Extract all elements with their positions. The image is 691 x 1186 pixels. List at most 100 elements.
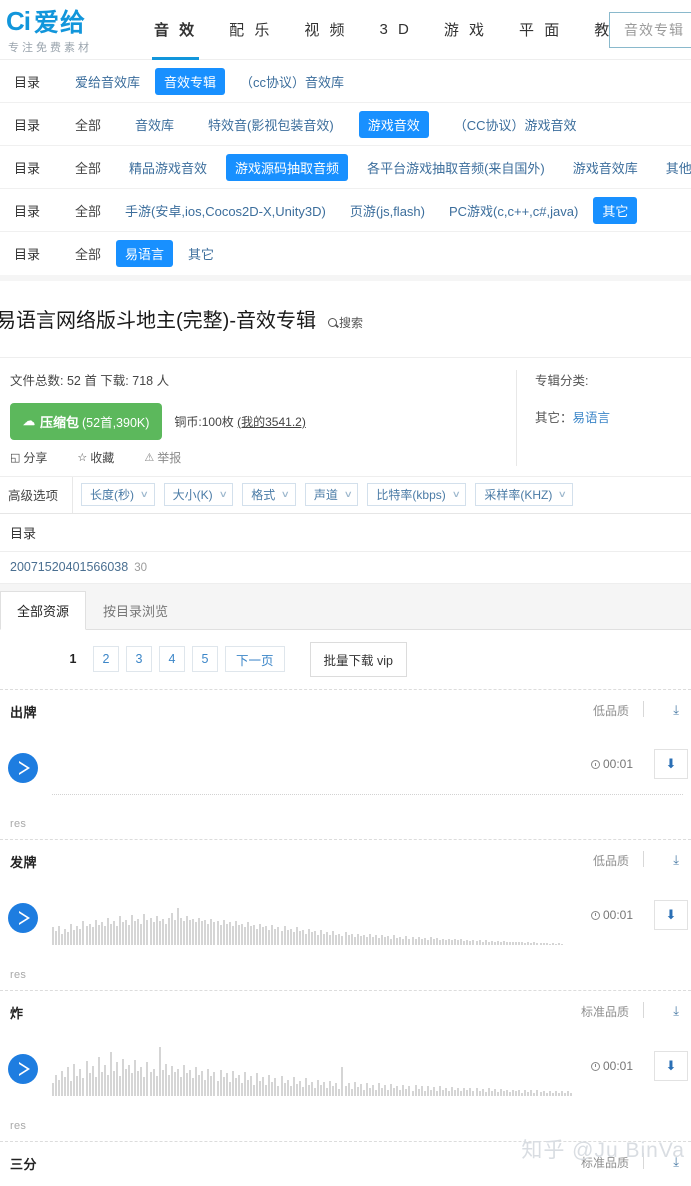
- category-item-1-4[interactable]: （CC协议）游戏音效: [445, 111, 586, 138]
- category-item-4-1[interactable]: 易语言: [116, 240, 174, 267]
- tab-1[interactable]: 按目录浏览: [86, 591, 185, 630]
- search-input[interactable]: [622, 21, 691, 39]
- track-divider: [643, 700, 644, 717]
- category-item-3-4[interactable]: 其它: [593, 196, 638, 224]
- filter-select-4[interactable]: 比特率(kbps) ∨: [367, 483, 467, 507]
- category-item-3-2[interactable]: 页游(js,flash): [341, 197, 434, 224]
- page-button-2[interactable]: 2: [93, 646, 119, 673]
- category-item-2-5[interactable]: 其他: [657, 154, 691, 181]
- warning-icon: ⚠: [144, 451, 155, 464]
- category-item-0-0[interactable]: 爱给音效库: [66, 68, 149, 95]
- waveform-bar: [557, 942, 560, 945]
- category-item-4-2[interactable]: 其它: [179, 240, 223, 267]
- waveform-bar: [292, 932, 295, 945]
- album-action-举报[interactable]: ⚠ 举报: [144, 449, 181, 466]
- waveform-bar: [338, 933, 341, 945]
- filter-select-2[interactable]: 格式 ∨: [242, 483, 296, 507]
- category-item-3-1[interactable]: 手游(安卓,ios,Cocos2D-X,Unity3D): [116, 197, 335, 224]
- waveform[interactable]: [52, 741, 683, 795]
- track-download-button[interactable]: ⬇: [654, 1050, 688, 1081]
- nav-item-2[interactable]: 视 频: [288, 0, 363, 60]
- waveform-bar: [323, 933, 326, 945]
- track-duration-value: 00:01: [602, 907, 633, 922]
- waveform-bar: [347, 1083, 350, 1096]
- next-page-button[interactable]: 下一页: [225, 646, 285, 673]
- waveform-bar: [496, 1092, 499, 1096]
- waveform-bar: [155, 916, 158, 945]
- batch-download-button[interactable]: 批量下载 vip: [309, 641, 407, 677]
- header-search-box[interactable]: [609, 12, 691, 48]
- category-item-2-2[interactable]: 游戏源码抽取音频: [226, 153, 349, 181]
- track-download-icon[interactable]: ⤓: [673, 852, 679, 868]
- track-quality[interactable]: 标准品质: [581, 1154, 629, 1171]
- category-item-3-3[interactable]: PC游戏(c,c++,c#,java): [440, 197, 587, 224]
- category-item-1-2[interactable]: 特效音(影视包装音效): [199, 111, 343, 138]
- page-button-3[interactable]: 3: [126, 646, 152, 673]
- nav-item-4[interactable]: 游 戏: [428, 0, 503, 60]
- waveform-bar: [210, 918, 213, 945]
- waveform[interactable]: [52, 1042, 683, 1096]
- waveform-bar: [256, 1073, 259, 1096]
- filter-select-1[interactable]: 大小(K) ∨: [163, 483, 234, 507]
- track-quality[interactable]: 低品质: [593, 702, 629, 719]
- play-icon[interactable]: [8, 752, 38, 783]
- category-item-1-0[interactable]: 全部: [66, 111, 110, 138]
- page-button-1[interactable]: 1: [60, 646, 86, 672]
- category-item-2-0[interactable]: 全部: [66, 154, 110, 181]
- track-download-icon[interactable]: ⤓: [673, 702, 679, 718]
- play-icon[interactable]: [8, 902, 38, 933]
- album-search-link[interactable]: 搜索: [327, 314, 363, 331]
- waveform-bar: [216, 1080, 219, 1096]
- waveform-bar: [289, 1086, 292, 1096]
- waveform-bar: [502, 1091, 505, 1096]
- chevron-down-icon: ∨: [343, 489, 353, 500]
- waveform-bar: [350, 934, 353, 945]
- filter-select-3[interactable]: 声道 ∨: [304, 483, 359, 507]
- category-item-2-3[interactable]: 各平台游戏抽取音频(来自国外): [358, 154, 554, 181]
- waveform-bar: [167, 1074, 170, 1096]
- track-quality[interactable]: 低品质: [593, 852, 629, 869]
- page-button-4[interactable]: 4: [159, 646, 185, 673]
- album-action-分享[interactable]: ◱ 分享: [10, 449, 47, 466]
- category-item-0-2[interactable]: （cc协议）音效库: [231, 68, 353, 95]
- filter-label-3: 声道: [313, 488, 338, 503]
- category-item-0-1[interactable]: 音效专辑: [155, 67, 226, 95]
- nav-item-5[interactable]: 平 面: [503, 0, 578, 60]
- waveform-bar: [307, 1084, 310, 1096]
- nav-item-1[interactable]: 配 乐: [213, 0, 288, 60]
- directory-id[interactable]: 20071520401566038: [10, 560, 128, 574]
- directory-row[interactable]: 20071520401566038 30: [0, 551, 691, 584]
- track-download-button[interactable]: ⬇: [654, 749, 688, 780]
- page-button-5[interactable]: 5: [192, 646, 218, 673]
- track-download-icon[interactable]: ⤓: [673, 1154, 679, 1170]
- filter-select-0[interactable]: 长度(秒) ∨: [81, 483, 155, 507]
- nav-item-3[interactable]: 3 D: [364, 0, 428, 60]
- waveform-bar: [259, 1080, 262, 1096]
- waveform-bar: [548, 943, 551, 945]
- waveform-bar: [119, 916, 122, 945]
- play-icon[interactable]: [8, 1053, 38, 1084]
- track-download-button[interactable]: ⬇: [654, 899, 688, 930]
- download-zip-button[interactable]: ☁ 压缩包 (52首,390K): [10, 402, 163, 440]
- waveform-bar: [82, 1078, 85, 1096]
- filter-select-5[interactable]: 采样率(KHZ) ∨: [475, 483, 573, 507]
- category-item-1-1[interactable]: 音效库: [126, 111, 183, 138]
- category-item-1-3[interactable]: 游戏音效: [358, 110, 429, 138]
- waveform[interactable]: [52, 891, 683, 945]
- waveform-bar: [222, 919, 225, 945]
- category-item-2-1[interactable]: 精品游戏音效: [120, 154, 216, 181]
- waveform-bar: [560, 943, 563, 945]
- album-action-收藏[interactable]: ☆ 收藏: [77, 449, 114, 466]
- track-quality[interactable]: 标准品质: [581, 1003, 629, 1020]
- album-category-link[interactable]: 易语言: [573, 411, 611, 425]
- waveform-bar: [371, 1084, 374, 1096]
- category-item-2-4[interactable]: 游戏音效库: [564, 154, 647, 181]
- site-logo[interactable]: Ci 爱给 专注免费素材: [0, 4, 130, 55]
- category-item-3-0[interactable]: 全部: [66, 197, 110, 224]
- category-item-4-0[interactable]: 全部: [66, 240, 110, 267]
- my-coin-link[interactable]: (我的3541.2): [237, 415, 306, 429]
- nav-item-0[interactable]: 音 效: [138, 0, 213, 60]
- tab-0[interactable]: 全部资源: [0, 590, 87, 630]
- waveform-bar: [399, 1090, 402, 1096]
- track-download-icon[interactable]: ⤓: [673, 1003, 679, 1019]
